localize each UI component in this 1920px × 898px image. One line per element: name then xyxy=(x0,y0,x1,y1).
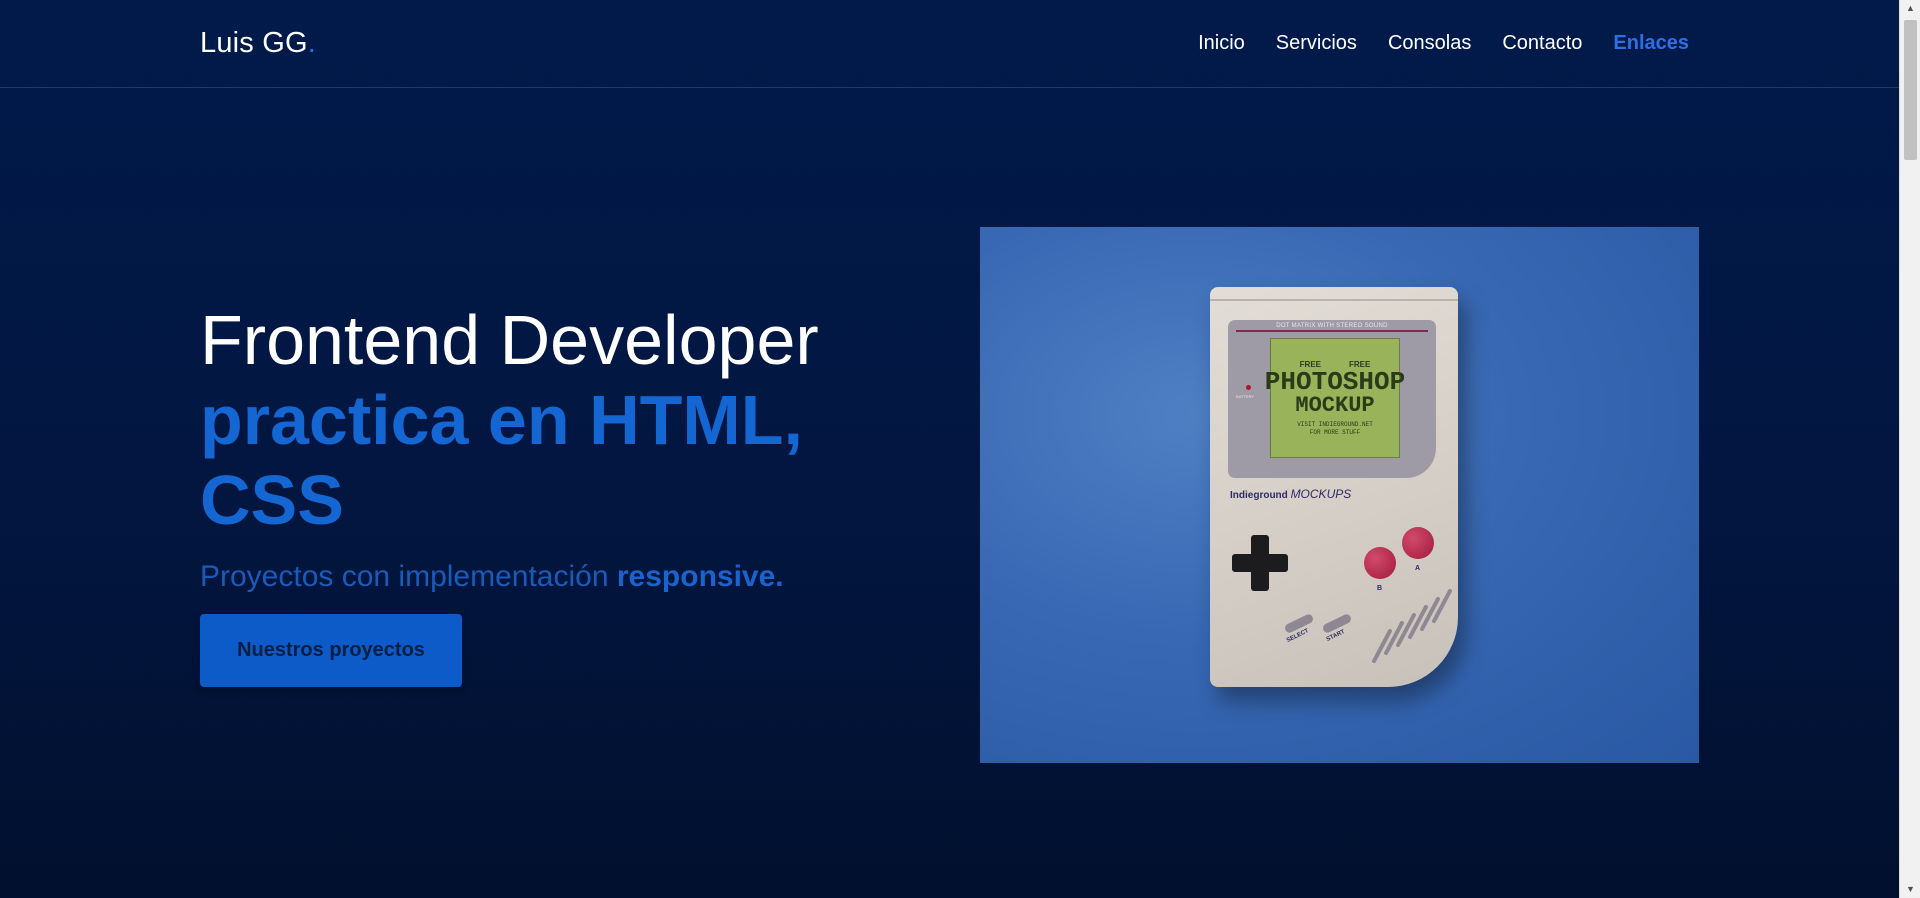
scroll-thumb[interactable] xyxy=(1904,20,1917,160)
b-button-label: B xyxy=(1377,585,1383,592)
hero-title-line1: Frontend Developer xyxy=(200,301,819,379)
hero-subtitle: Proyectos con implementación responsive. xyxy=(200,560,920,594)
a-button-icon xyxy=(1402,527,1434,559)
hero-section: Frontend Developer practica en HTML, CSS… xyxy=(200,300,920,687)
dpad-icon xyxy=(1232,535,1288,591)
scroll-down-icon[interactable]: ▼ xyxy=(1900,881,1920,898)
gameboy-screen: FREE FREE PHOTOSHOP MOCKUP VISIT INDIEGR… xyxy=(1265,338,1405,458)
logo-dot: . xyxy=(307,27,317,59)
brand-text: Indieground xyxy=(1230,490,1288,501)
b-button-icon xyxy=(1364,547,1396,579)
nav-link-inicio[interactable]: Inicio xyxy=(1198,32,1245,55)
bezel-title: DOT MATRIX WITH STEREO SOUND xyxy=(1276,323,1388,329)
scroll-up-icon[interactable]: ▲ xyxy=(1900,0,1920,17)
a-button-label: A xyxy=(1415,565,1421,572)
hero-title-line3: CSS xyxy=(200,461,344,539)
nav-link-enlaces[interactable]: Enlaces xyxy=(1613,32,1689,55)
screen-small1: VISIT INDIEGROUND.NET xyxy=(1297,421,1373,428)
nav-link-consolas[interactable]: Consolas xyxy=(1388,32,1471,55)
battery-label: BATTERY xyxy=(1236,394,1255,399)
gameboy-screen-bezel: DOT MATRIX WITH STEREO SOUND BATTERY FRE… xyxy=(1228,320,1436,478)
nav-link-contacto[interactable]: Contacto xyxy=(1502,32,1582,55)
bezel-line xyxy=(1236,330,1428,332)
logo-text: Luis GG xyxy=(200,27,308,59)
screen-line2: MOCKUP xyxy=(1295,393,1375,418)
dpad-vertical xyxy=(1251,535,1269,591)
logo[interactable]: Luis GG. xyxy=(200,27,316,60)
projects-button[interactable]: Nuestros proyectos xyxy=(200,614,462,687)
main-nav: Inicio Servicios Consolas Contacto Enlac… xyxy=(1198,32,1689,55)
hero-subtitle-text: Proyectos con implementación xyxy=(200,560,617,593)
gameboy-brand: Indieground MOCKUPS xyxy=(1230,487,1351,501)
battery-led-icon xyxy=(1246,385,1251,390)
page-scrollbar[interactable]: ▲ ▼ xyxy=(1899,0,1920,898)
screen-line1: PHOTOSHOP xyxy=(1264,367,1406,397)
brand-italic: MOCKUPS xyxy=(1290,487,1352,501)
hero-image-gameboy: DOT MATRIX WITH STEREO SOUND BATTERY FRE… xyxy=(980,227,1699,763)
hero-subtitle-bold: responsive. xyxy=(616,560,784,593)
gameboy-top-edge xyxy=(1210,287,1458,301)
hero-title: Frontend Developer practica en HTML, CSS xyxy=(200,300,920,540)
hero-title-line2: practica en HTML, xyxy=(200,381,803,459)
screen-small2: FOR MORE STUFF xyxy=(1309,429,1361,436)
gameboy-device: DOT MATRIX WITH STEREO SOUND BATTERY FRE… xyxy=(1210,287,1458,687)
nav-link-servicios[interactable]: Servicios xyxy=(1276,32,1357,55)
site-header: Luis GG. Inicio Servicios Consolas Conta… xyxy=(0,0,1899,88)
